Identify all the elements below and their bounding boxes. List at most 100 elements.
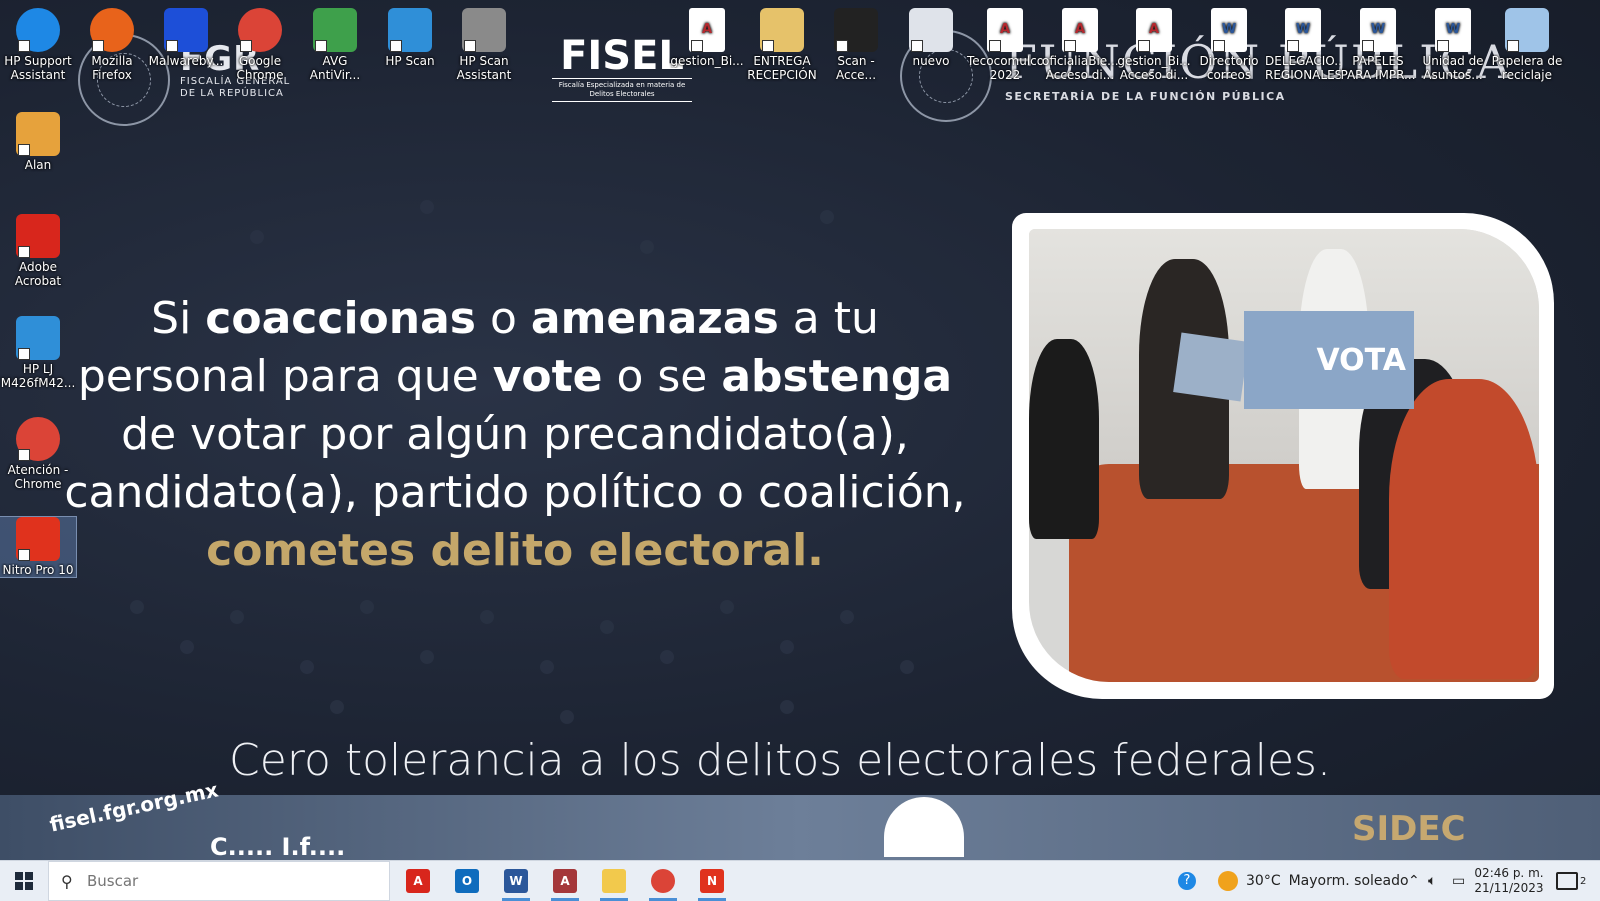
shortcut-arrow-icon xyxy=(1064,40,1076,52)
fgr-logo-line2: DE LA REPÚBLICA xyxy=(180,88,284,99)
shortcut-arrow-icon xyxy=(1507,40,1519,52)
windows-logo-icon xyxy=(15,872,33,890)
notification-icon xyxy=(1556,872,1578,890)
start-button[interactable] xyxy=(0,861,48,901)
shortcut-arrow-icon xyxy=(390,40,402,52)
weather-widget[interactable]: 30°C Mayorm. soleado xyxy=(1218,861,1409,901)
weather-temp: 30°C xyxy=(1246,873,1281,889)
desktop-icon-label: nuevo xyxy=(912,54,950,68)
vader-icon xyxy=(834,8,878,52)
desktop-icon[interactable]: AVG AntiVir... xyxy=(297,8,373,82)
headset-icon xyxy=(884,797,964,857)
desktop-icon[interactable]: Agestion_Bi... Acceso di... xyxy=(1116,8,1192,82)
taskbar-app-access[interactable]: A xyxy=(545,864,585,901)
shortcut-arrow-icon xyxy=(18,144,30,156)
desktop-icon[interactable]: Agestion_Bi... xyxy=(669,8,745,68)
shortcut-arrow-icon xyxy=(1362,40,1374,52)
malwarebytes-icon xyxy=(164,8,208,52)
outlook-icon: O xyxy=(455,869,479,893)
desktop-icon[interactable]: HP Scan Assistant xyxy=(446,8,522,82)
show-hidden-icons-chevron-icon[interactable]: ⌃ xyxy=(1408,861,1420,901)
desktop-icon[interactable]: AoficialiaBie... Acceso di... xyxy=(1042,8,1118,82)
shortcut-arrow-icon xyxy=(240,40,252,52)
desktop-icon[interactable]: HP Support Assistant xyxy=(0,8,76,82)
taskbar-app-nitro[interactable]: N xyxy=(692,864,732,901)
desktop-icon[interactable]: Alan xyxy=(0,112,76,172)
desktop-wallpaper: FGR FISCALÍA GENERAL DE LA REPÚBLICA FIS… xyxy=(0,0,1600,860)
firefox-icon xyxy=(90,8,134,52)
campaign-slogan: Cero tolerancia a los delitos electorale… xyxy=(229,735,1331,786)
notification-count-badge: 2 xyxy=(1580,875,1587,887)
desktop-icon-label: Alan xyxy=(24,158,52,172)
clock-date: 21/11/2023 xyxy=(1474,881,1544,895)
shortcut-arrow-icon xyxy=(1213,40,1225,52)
clock-time: 02:46 p. m. xyxy=(1474,866,1544,880)
sidec-logo: SIDEC xyxy=(1352,809,1466,849)
desktop-icon[interactable]: A Tecocomulco 2022 xyxy=(967,8,1043,82)
desktop-icon[interactable]: Adobe Acrobat xyxy=(0,214,76,288)
campaign-headline: Si coaccionas o amenazas a tu personal p… xyxy=(40,290,990,580)
storm-trooper-icon xyxy=(909,8,953,52)
desktop-icon[interactable]: W PAPELES PARA IMPR... xyxy=(1340,8,1416,82)
desktop-icon[interactable]: HP Scan xyxy=(372,8,448,68)
shortcut-arrow-icon xyxy=(18,348,30,360)
shortcut-arrow-icon xyxy=(836,40,848,52)
desktop-icon[interactable]: Atención - Chrome xyxy=(0,417,76,491)
desktop-icon-label: Atención - Chrome xyxy=(7,463,69,491)
desktop-icon[interactable]: Malwareby... xyxy=(148,8,224,68)
desktop-icon[interactable]: W DELEGACIO... REGIONALES xyxy=(1265,8,1341,82)
shortcut-arrow-icon xyxy=(911,40,923,52)
shortcut-arrow-icon xyxy=(1437,40,1449,52)
desktop-icon[interactable]: Papelera de reciclaje xyxy=(1489,8,1565,82)
desktop-icon-label: Directorio correos xyxy=(1199,54,1259,82)
taskbar-app-word[interactable]: W xyxy=(496,864,536,901)
nitro-icon xyxy=(16,517,60,561)
footer-text-partial: C..... I.f.... xyxy=(210,833,346,860)
taskbar-clock[interactable]: 02:46 p. m. 21/11/2023 xyxy=(1474,866,1544,896)
printer-scan-icon xyxy=(16,316,60,360)
taskbar-app-explorer[interactable] xyxy=(594,864,634,901)
chrome-icon xyxy=(651,869,675,893)
desktop-icon[interactable]: nuevo xyxy=(893,8,969,68)
shortcut-arrow-icon xyxy=(18,246,30,258)
folder-zip-icon xyxy=(760,8,804,52)
taskbar-app-chrome[interactable] xyxy=(643,864,683,901)
desktop-icon[interactable]: Nitro Pro 10 xyxy=(0,516,77,578)
desktop-icon[interactable]: Google Chrome xyxy=(222,8,298,82)
photo-vota-sign: VOTA xyxy=(1244,311,1414,409)
desktop-icon-label: HP LJ M426fM42... xyxy=(0,362,76,390)
weather-sun-icon xyxy=(1218,871,1238,891)
access-file-icon: A xyxy=(1062,8,1098,52)
acrobat-icon xyxy=(16,214,60,258)
desktop-icon-label: gestion_Bi... Acceso di... xyxy=(1117,54,1191,82)
desktop-icon[interactable]: Scan - Acce... xyxy=(818,8,894,82)
desktop-icon-label: PAPELES PARA IMPR... xyxy=(1340,54,1416,82)
desktop-icon[interactable]: W Directorio correos xyxy=(1191,8,1267,82)
chrome-icon xyxy=(238,8,282,52)
desktop-icon-label: gestion_Bi... xyxy=(670,54,744,68)
help-tray-icon[interactable]: ? xyxy=(1178,861,1196,901)
desktop-icon[interactable]: Mozilla Firefox xyxy=(74,8,150,82)
scanner-icon xyxy=(388,8,432,52)
taskbar-app-outlook[interactable]: O xyxy=(447,864,487,898)
fisel-logo-subtitle: Fiscalía Especializada en materia de Del… xyxy=(552,78,692,102)
nitro-icon: N xyxy=(700,869,724,893)
word-file-icon: W xyxy=(1211,8,1247,52)
desktop-icon[interactable]: HP LJ M426fM42... xyxy=(0,316,76,390)
weather-desc: Mayorm. soleado xyxy=(1288,873,1409,889)
taskbar-app-acrobat[interactable]: A xyxy=(398,864,438,898)
shortcut-arrow-icon xyxy=(315,40,327,52)
shortcut-arrow-icon xyxy=(1287,40,1299,52)
desktop-icon-label: Nitro Pro 10 xyxy=(2,563,74,577)
taskbar-search-box[interactable]: ⚲ xyxy=(48,861,390,901)
desktop-icon[interactable]: ENTREGA RECEPCIÓN xyxy=(744,8,820,82)
volume-icon[interactable]: 🔈︎ xyxy=(1428,861,1436,901)
desktop-icon-label: HP Scan xyxy=(385,54,435,68)
search-input[interactable] xyxy=(85,871,379,891)
desktop-icon[interactable]: W Unidad de Asuntos... xyxy=(1415,8,1491,82)
desktop-icon-label: Malwareby... xyxy=(148,54,224,68)
notification-center-button[interactable]: 2 xyxy=(1556,861,1586,901)
network-icon[interactable]: ▭ xyxy=(1452,861,1465,901)
search-icon: ⚲ xyxy=(61,872,73,891)
desktop-icon-label: Mozilla Firefox xyxy=(91,54,133,82)
